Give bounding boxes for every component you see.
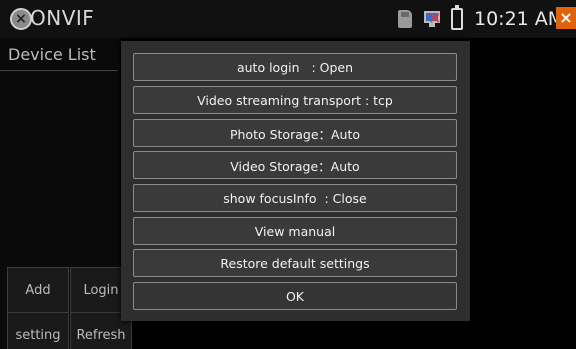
status-bar: × ONVIF × 10:21 AM × — [0, 0, 576, 38]
video-storage-button[interactable]: Video Storage：Auto — [133, 151, 457, 179]
sd-card-icon — [398, 10, 412, 28]
auto-login-button[interactable]: auto login : Open — [133, 53, 457, 81]
view-manual-button[interactable]: View manual — [133, 217, 457, 245]
setting-button[interactable]: setting — [7, 312, 69, 349]
close-icon[interactable]: × — [556, 7, 576, 29]
streaming-transport-button[interactable]: Video streaming transport : tcp — [133, 86, 457, 114]
content-area — [470, 38, 576, 349]
show-focus-info-button[interactable]: show focusInfo : Close — [133, 184, 457, 212]
close-circle-icon[interactable]: × — [10, 8, 32, 30]
restore-defaults-button[interactable]: Restore default settings — [133, 249, 457, 277]
clock: 10:21 AM — [474, 8, 565, 30]
app-title: ONVIF — [30, 6, 95, 30]
add-button[interactable]: Add — [7, 267, 69, 313]
network-disconnected-icon: × — [422, 8, 442, 28]
battery-icon — [451, 5, 463, 30]
photo-storage-button[interactable]: Photo Storage：Auto — [133, 119, 457, 147]
settings-dialog: auto login : Open Video streaming transp… — [121, 41, 470, 321]
device-list-title: Device List — [0, 41, 118, 71]
ok-button[interactable]: OK — [133, 282, 457, 310]
